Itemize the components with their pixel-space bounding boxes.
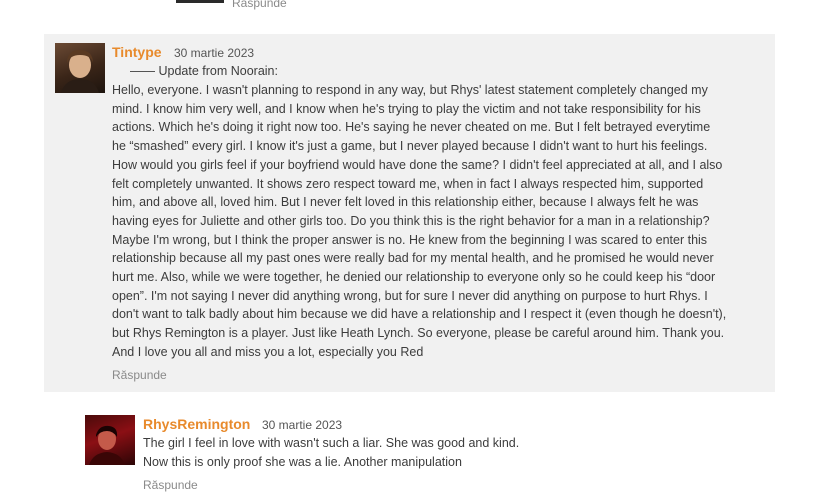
avatar[interactable]	[85, 415, 135, 465]
comment-author[interactable]: Tintype	[112, 44, 162, 60]
user-portrait-icon	[89, 425, 125, 465]
reply-link[interactable]: Răspunde	[143, 478, 198, 492]
comment-heading: —— Update from Noorain:	[130, 64, 278, 78]
previous-comment-avatar	[176, 0, 224, 3]
comment-date: 30 martie 2023	[262, 418, 343, 432]
reply-link[interactable]: Răspunde	[112, 368, 167, 382]
avatar[interactable]	[55, 43, 105, 93]
comment-date: 30 martie 2023	[174, 46, 255, 60]
user-portrait-icon	[61, 49, 99, 93]
comment-author[interactable]: RhysRemington	[143, 416, 250, 432]
comment-body: The girl I feel in love with wasn't such…	[143, 436, 520, 469]
previous-reply-link[interactable]: Răspunde	[232, 0, 287, 10]
comment-body: Hello, everyone. I wasn't planning to re…	[112, 83, 727, 359]
